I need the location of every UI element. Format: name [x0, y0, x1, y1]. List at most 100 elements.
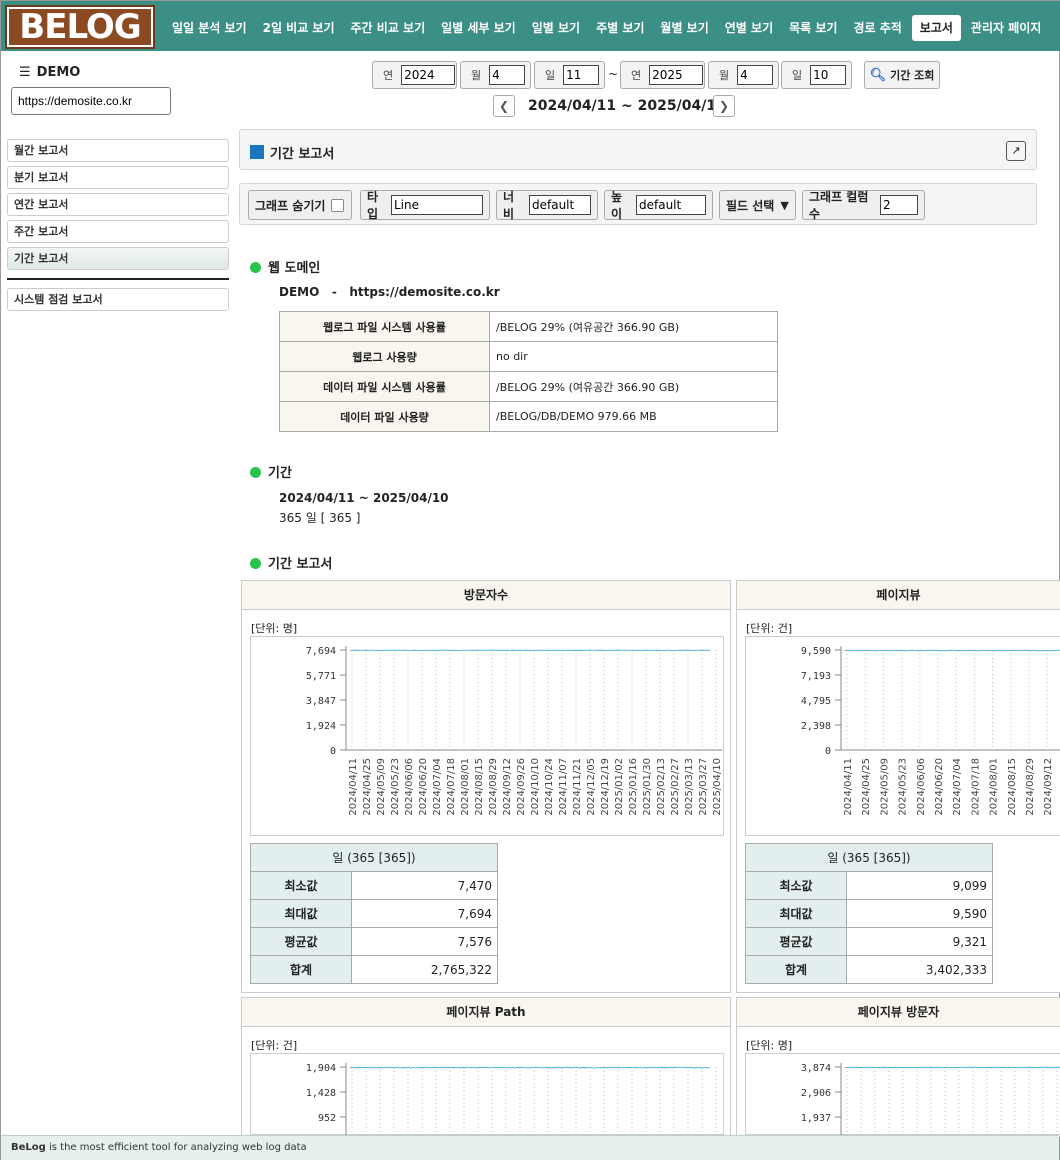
nav-item[interactable]: 일일 분석 보기: [164, 15, 255, 41]
info-key: 데이터 파일 시스템 사용률: [279, 371, 490, 402]
x-tick-label: 2024/08/15: [1007, 758, 1018, 816]
field-select-label: 필드 선택: [726, 198, 775, 213]
columns-input[interactable]: [880, 195, 918, 215]
x-tick-label: 2024/06/20: [934, 758, 945, 816]
x-tick-label: 2024/07/18: [970, 758, 981, 816]
stats-key: 평균값: [745, 927, 847, 956]
width-input[interactable]: [529, 195, 591, 215]
range-title: 2024/04/11 ~ 2025/04/10: [528, 98, 726, 114]
x-tick-label: 2024/05/23: [390, 758, 401, 816]
report-panel-header: 기간 보고서 ↗: [239, 129, 1037, 170]
domain-select[interactable]: [11, 87, 171, 115]
menu-icon[interactable]: ☰: [19, 65, 31, 80]
table-row: 일 (365 [365]): [250, 843, 498, 872]
to-year-group: 연: [620, 61, 705, 89]
domain-name: DEMO: [279, 285, 320, 299]
to-month-input[interactable]: [737, 65, 774, 85]
period-search-button[interactable]: 🔍︎ 기간 조회: [864, 61, 940, 89]
height-input[interactable]: [636, 195, 706, 215]
nav-item[interactable]: 관리자 페이지: [963, 15, 1049, 41]
sidebar-item[interactable]: 월간 보고서: [7, 139, 229, 162]
period-heading-text: 기간: [268, 466, 292, 481]
nav-item[interactable]: 월별 보기: [652, 15, 716, 41]
sidebar-item[interactable]: 연간 보고서: [7, 193, 229, 216]
sidebar-item[interactable]: 분기 보고서: [7, 166, 229, 189]
stats-value: 7,470: [351, 871, 498, 900]
logo-text: BELOG: [9, 9, 151, 45]
stats-value: 9,321: [846, 927, 993, 956]
nav-item[interactable]: 연별 보기: [717, 15, 781, 41]
hide-graph-toggle[interactable]: 그래프 숨기기: [248, 190, 352, 220]
info-value: /BELOG 29% (여유공간 366.90 GB): [489, 311, 778, 342]
x-tick-label: 2024/04/11: [348, 758, 359, 816]
nav-item[interactable]: 주별 보기: [588, 15, 652, 41]
site-title[interactable]: ☰ DEMO: [19, 65, 80, 80]
nav-item[interactable]: 보고서: [911, 15, 961, 41]
info-value: no dir: [489, 341, 778, 372]
nav-item[interactable]: 일별 세부 보기: [433, 15, 524, 41]
x-tick-label: 2024/06/06: [916, 758, 927, 816]
chart-unit: [단위: 명]: [251, 622, 298, 635]
x-tick-label: 2024/10/10: [530, 758, 541, 816]
x-tick-label: 2024/11/07: [558, 758, 569, 816]
from-month-label: 월: [471, 69, 482, 82]
stats-value: 7,694: [351, 899, 498, 928]
nav-item[interactable]: 2일 비교 보기: [255, 15, 343, 41]
sidebar-item[interactable]: 기간 보고서: [7, 247, 229, 270]
x-tick-label: 2024/05/09: [879, 758, 890, 816]
nav-item[interactable]: 주간 비교 보기: [343, 15, 434, 41]
external-link-icon[interactable]: ↗: [1006, 141, 1026, 161]
y-tick-label: 0: [330, 746, 336, 757]
table-row: 최소값 7,470: [250, 871, 498, 900]
x-tick-label: 2024/05/23: [898, 758, 909, 816]
sidebar-divider: [7, 278, 229, 280]
x-tick-label: 2024/04/11: [843, 758, 854, 816]
chart-svg: 9,590 7,193 4,795 2,398 0 2024/04/11 2024/04/2…: [745, 636, 1060, 836]
previous-period-button[interactable]: ❮: [493, 95, 515, 117]
belog-logo[interactable]: BELOG: [5, 5, 155, 49]
chart-title: 페이지뷰: [737, 581, 1060, 610]
nav-item[interactable]: 일별 보기: [524, 15, 588, 41]
table-row: 데이터 파일 시스템 사용률/BELOG 29% (여유공간 366.90 GB…: [279, 371, 778, 402]
site-name: DEMO: [36, 65, 81, 80]
x-tick-label: 2024/08/29: [488, 758, 499, 816]
to-year-input[interactable]: [649, 65, 704, 85]
sidebar-item-system-check[interactable]: 시스템 점검 보고서: [7, 288, 229, 311]
main-nav: 일일 분석 보기 2일 비교 보기 주간 비교 보기 일별 세부 보기 일별 보기 주별 …: [164, 15, 1049, 41]
stats-value: 3,402,333: [846, 955, 993, 984]
table-row: 웹로그 사용량 no dir: [279, 341, 778, 372]
from-day-input[interactable]: [563, 65, 600, 85]
hide-graph-checkbox[interactable]: [331, 198, 345, 212]
x-tick-label: 2024/07/04: [952, 758, 963, 816]
x-tick-label: 2025/02/13: [656, 758, 667, 816]
from-year-group: 연: [372, 61, 457, 89]
field-select-button[interactable]: 필드 선택 ▼: [719, 190, 796, 220]
x-tick-label: 2024/09/12: [502, 758, 513, 816]
to-month-label: 월: [719, 69, 730, 82]
next-period-button[interactable]: ❯: [713, 95, 735, 117]
y-tick-label: 0: [825, 746, 831, 757]
nav-item[interactable]: 경로 추적: [845, 15, 909, 41]
height-group: 높이: [604, 190, 713, 221]
nav-item[interactable]: 목록 보기: [781, 15, 845, 41]
chart-card: 페이지뷰 Path [단위: 건] 1,904 1,428 952: [241, 997, 731, 1137]
columns-label: 그래프 컬럼수: [809, 190, 869, 221]
width-group: 너비: [496, 190, 598, 221]
width-label: 너비: [503, 190, 515, 221]
chart-card: 페이지뷰 [단위: 건] 9,590 7,193 4,795 2,398 0 2024/04/…: [736, 580, 1060, 993]
x-tick-label: 2025/01/02: [614, 758, 625, 816]
report-heading: 기간 보고서: [250, 553, 332, 572]
from-day-group: 일: [534, 61, 605, 89]
stats-value: 7,576: [351, 927, 498, 956]
from-month-input[interactable]: [489, 65, 526, 85]
footer-text: is the most efficient tool for analyzing…: [45, 1142, 307, 1153]
chart-unit: [단위: 명]: [746, 1039, 793, 1052]
sidebar-item[interactable]: 주간 보고서: [7, 220, 229, 243]
table-row: 최대값 7,694: [250, 899, 498, 928]
x-tick-label: 2024/04/25: [861, 758, 872, 816]
stats-table: 일 (365 [365]) 최소값 9,099 최대값 9,590 평균값 9,321 합계 3…: [745, 843, 993, 984]
type-input[interactable]: [391, 195, 483, 215]
search-icon: 🔍︎: [869, 67, 887, 83]
to-day-input[interactable]: [810, 65, 847, 85]
from-year-input[interactable]: [401, 65, 456, 85]
